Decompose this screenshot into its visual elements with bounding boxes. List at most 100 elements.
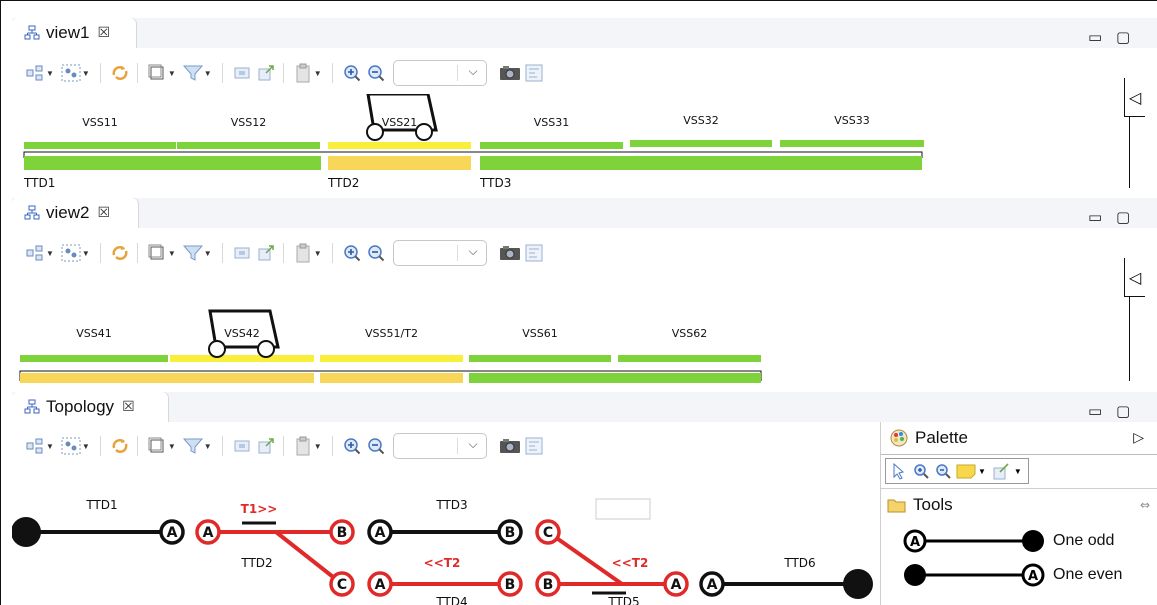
zoom-out-icon[interactable]	[934, 462, 952, 480]
side-panel-toggle[interactable]: ◁	[1124, 258, 1145, 297]
dropdown-arrow-icon[interactable]: ▼	[314, 69, 322, 78]
track-node: A	[663, 571, 689, 597]
tab-label: view2	[46, 203, 90, 222]
diagram-toolbar: ▼ ▼ ▼ ▼ ▼ ⌵	[24, 60, 547, 86]
note-icon[interactable]	[956, 463, 976, 479]
dropdown-arrow-icon[interactable]: ▼	[82, 249, 90, 258]
close-icon[interactable]: ☒	[122, 399, 135, 415]
tab-label: view1	[46, 23, 90, 42]
node-letter: B	[337, 525, 348, 541]
toolbar-separator	[331, 63, 333, 83]
zoom-in-icon[interactable]	[912, 462, 930, 480]
toolbar-separator	[282, 243, 284, 263]
export-icon[interactable]	[255, 242, 277, 264]
palette-tool-row: ▼ ▼	[885, 458, 1029, 484]
camera-icon[interactable]	[499, 62, 521, 84]
image-icon[interactable]	[231, 62, 253, 84]
close-icon[interactable]: ☒	[97, 25, 110, 41]
combo-divider	[456, 65, 458, 81]
dropdown-arrow-icon[interactable]: ▼	[204, 249, 212, 258]
zoom-level-select[interactable]: ⌵	[392, 60, 487, 86]
scroll-rail	[1129, 116, 1130, 188]
train-wheel	[366, 123, 384, 141]
tools-drawer[interactable]: Tools ⇔	[881, 492, 1157, 518]
arrange-icon[interactable]	[60, 62, 82, 84]
track-node: A	[699, 571, 725, 597]
view2-panel: view2 ☒ ▭ ▢ ▼ ▼ ▼ ▼ ▼ ⌵ ◁ VSS41 VSS42 VS…	[12, 198, 1157, 383]
maximize-button[interactable]: ▢	[1116, 208, 1130, 226]
train-wheel	[208, 340, 226, 358]
arrange-icon[interactable]	[60, 242, 82, 264]
select-icon[interactable]	[146, 62, 168, 84]
dropdown-arrow-icon[interactable]: ▼	[82, 69, 90, 78]
dropdown-arrow-icon[interactable]: ▼	[46, 69, 54, 78]
section-label: TTD4	[435, 595, 467, 605]
minimize-button[interactable]: ▭	[1088, 402, 1102, 420]
dropdown-arrow-icon[interactable]: ▼	[978, 467, 986, 476]
select-icon[interactable]	[146, 242, 168, 264]
ttd-segment	[328, 156, 471, 170]
tab-label: Topology	[46, 397, 115, 416]
toolbar-separator	[99, 243, 101, 263]
track-node: C	[535, 519, 561, 545]
vss-segment	[320, 355, 463, 362]
toolbar-separator	[136, 243, 138, 263]
palette-entry-one-odd[interactable]: A One odd	[899, 526, 1114, 556]
zoom-level-select[interactable]: ⌵	[392, 240, 487, 266]
collapse-icon[interactable]: ⇔	[1140, 498, 1150, 512]
dropdown-arrow-icon[interactable]: ▼	[314, 249, 322, 258]
dropdown-arrow-icon[interactable]: ▼	[204, 69, 212, 78]
map-icon[interactable]	[523, 242, 545, 264]
ttd-segment	[320, 373, 463, 383]
connection-icon[interactable]	[992, 462, 1012, 480]
ttd-segment	[480, 156, 922, 170]
pointer-icon[interactable]	[890, 462, 908, 480]
node-letter: A	[167, 525, 178, 541]
window-border-left	[0, 0, 1, 605]
zoom-out-icon[interactable]	[365, 242, 387, 264]
refresh-icon[interactable]	[109, 242, 131, 264]
dropdown-arrow-icon[interactable]: ▼	[168, 249, 176, 258]
clipboard-icon[interactable]	[292, 62, 314, 84]
view1-panel: view1 ☒ ▭ ▢ ▼ ▼ ▼ ▼ ▼ ⌵ ◁ VSS11 VSS12 VS…	[12, 18, 1157, 190]
vss-segment	[618, 355, 761, 362]
dropdown-arrow-icon[interactable]: ▼	[168, 69, 176, 78]
filter-icon[interactable]	[182, 62, 204, 84]
dropdown-arrow-icon[interactable]: ▼	[1014, 467, 1022, 476]
zoom-in-icon[interactable]	[341, 62, 363, 84]
topology-diagram: A A B A B C C A B B A A TTD1 TTD2 TTD3 TTD4 TTD5 TTD6 T1>>…	[12, 498, 873, 605]
ttd-segment	[24, 156, 321, 170]
tab-view1[interactable]: view1 ☒	[12, 18, 136, 48]
palette-entry-one-even[interactable]: A One even	[899, 560, 1122, 590]
vss-segment	[177, 142, 320, 149]
tab-view2[interactable]: view2 ☒	[12, 198, 138, 228]
entry-label: One even	[1053, 566, 1123, 583]
minimize-button[interactable]: ▭	[1088, 28, 1102, 46]
expand-icon[interactable]: ▷	[1133, 430, 1144, 446]
zoom-out-icon[interactable]	[365, 62, 387, 84]
window-border-top	[0, 0, 1157, 1]
layout-icon[interactable]	[24, 242, 46, 264]
camera-icon[interactable]	[499, 242, 521, 264]
export-icon[interactable]	[255, 62, 277, 84]
zoom-in-icon[interactable]	[341, 242, 363, 264]
close-icon[interactable]: ☒	[97, 205, 110, 221]
layout-icon[interactable]	[24, 62, 46, 84]
one-even-icon: A	[904, 563, 1045, 587]
buffer-stop-icon	[843, 569, 873, 599]
minimize-button[interactable]: ▭	[1088, 208, 1102, 226]
side-panel-toggle[interactable]: ◁	[1124, 78, 1145, 117]
refresh-icon[interactable]	[109, 62, 131, 84]
image-icon[interactable]	[231, 242, 253, 264]
train-label: <<T2	[424, 556, 461, 570]
vss-label: VSS31	[534, 116, 570, 129]
clipboard-icon[interactable]	[292, 242, 314, 264]
tab-topology[interactable]: Topology ☒	[12, 392, 168, 422]
vss-label: VSS33	[834, 114, 870, 127]
map-icon[interactable]	[523, 62, 545, 84]
maximize-button[interactable]: ▢	[1116, 28, 1130, 46]
filter-icon[interactable]	[182, 242, 204, 264]
chevron-down-icon: ⌵	[468, 64, 478, 78]
maximize-button[interactable]: ▢	[1116, 402, 1130, 420]
dropdown-arrow-icon[interactable]: ▼	[46, 249, 54, 258]
